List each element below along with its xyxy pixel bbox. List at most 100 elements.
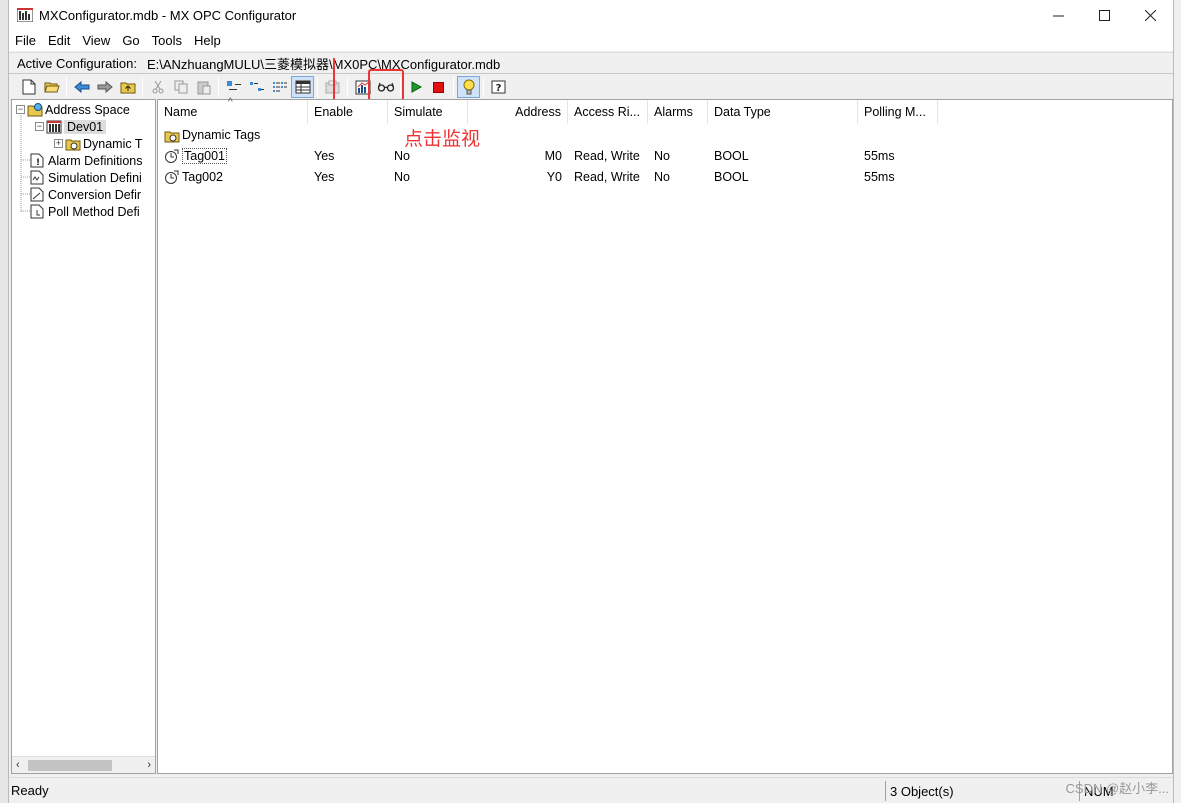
tree-item-dynamic-tags[interactable]: + Dynamic T: [54, 135, 143, 152]
tag-list-view[interactable]: ^ Name Enable Simulate Address Access Ri.…: [157, 97, 1173, 774]
minimize-button[interactable]: [1035, 0, 1081, 30]
list-button[interactable]: [268, 76, 291, 98]
run-button[interactable]: [404, 76, 427, 98]
tree-item-label: Address Space: [45, 102, 130, 117]
column-header-alarms[interactable]: Alarms: [648, 100, 708, 124]
new-button[interactable]: [17, 76, 40, 98]
cell-address: Y0: [546, 170, 562, 184]
maximize-button[interactable]: [1081, 0, 1127, 30]
column-header-polling-method[interactable]: Polling M...: [858, 100, 938, 124]
table-row[interactable]: Tag002 Yes No Y0 Read, Write No BOOL 55m…: [158, 167, 938, 187]
app-window: MXConfigurator.mdb - MX OPC Configurator…: [8, 0, 1174, 803]
tree-item-label: Simulation Defini: [48, 170, 142, 185]
cell-simulate: No: [394, 170, 410, 184]
cell-enable: Yes: [314, 170, 335, 184]
column-header-address[interactable]: Address: [468, 100, 568, 124]
small-icons-button[interactable]: [245, 76, 268, 98]
stop-button[interactable]: [427, 76, 450, 98]
cell-name: Tag001: [158, 146, 308, 166]
tree-item-label: Alarm Definitions: [48, 153, 143, 168]
column-header-enable[interactable]: Enable: [308, 100, 388, 124]
close-button[interactable]: [1127, 0, 1173, 30]
cell-name: Tag002: [158, 167, 308, 187]
cell-data-type: BOOL: [714, 149, 749, 163]
toolbar-separator: [347, 77, 348, 97]
tag-icon: [164, 170, 180, 185]
lightbulb-button[interactable]: [457, 76, 480, 98]
menu-tools[interactable]: Tools: [146, 33, 188, 48]
column-header-simulate[interactable]: Simulate: [388, 100, 468, 124]
svg-text:?: ?: [496, 83, 502, 94]
menu-file[interactable]: File: [9, 33, 42, 48]
details-button[interactable]: [291, 76, 314, 98]
toolbar-separator: [218, 77, 219, 97]
tree-horizontal-scrollbar[interactable]: ‹ ›: [12, 756, 155, 773]
menu-help[interactable]: Help: [188, 33, 227, 48]
active-configuration-label: Active Configuration:: [17, 55, 137, 71]
open-icon: [43, 80, 60, 94]
status-object-count: 3 Object(s): [885, 781, 1045, 801]
menu-edit[interactable]: Edit: [42, 33, 76, 48]
large-icons-button[interactable]: [222, 76, 245, 98]
table-row[interactable]: Tag001 Yes No M0 Read, Write No BOOL 55m…: [158, 146, 938, 166]
tree-item-label: Dynamic T: [83, 136, 143, 151]
active-configuration-path: E:\ANzhuangMULU\三菱模拟器\MX0PC\MXConfigurat…: [146, 56, 501, 72]
open-button[interactable]: [40, 76, 63, 98]
title-bar: MXConfigurator.mdb - MX OPC Configurator: [9, 0, 1173, 30]
forward-button[interactable]: [93, 76, 116, 98]
back-button[interactable]: [70, 76, 93, 98]
tag-folder-icon: [65, 136, 81, 151]
cell-data-type: BOOL: [714, 170, 749, 184]
sort-caret-icon: ^: [228, 97, 233, 108]
help-icon: ?: [491, 80, 506, 95]
details-icon: [295, 80, 311, 94]
list-icon: [272, 80, 288, 94]
cell-access-rights: Read, Write: [574, 149, 640, 163]
up-folder-icon: [120, 80, 136, 94]
menu-go[interactable]: Go: [116, 33, 145, 48]
tree-item-simulation-definitions[interactable]: Simulation Defini: [30, 169, 142, 186]
tree-item-alarm-definitions[interactable]: ! Alarm Definitions: [30, 152, 142, 169]
cell-enable: Yes: [314, 149, 335, 163]
cut-button[interactable]: [146, 76, 169, 98]
column-header-name[interactable]: ^ Name: [158, 97, 308, 124]
paste-icon: [197, 80, 211, 95]
back-icon: [73, 81, 90, 93]
toolbar-separator: [483, 77, 484, 97]
annotation-line: [333, 58, 335, 104]
list-item-folder[interactable]: Dynamic Tags: [158, 125, 388, 145]
tag-folder-icon: [164, 128, 180, 143]
new-icon: [22, 79, 36, 95]
paste-button[interactable]: [192, 76, 215, 98]
cell-polling-method: 55ms: [864, 170, 895, 184]
column-header-access-rights[interactable]: Access Ri...: [568, 100, 648, 124]
help-button[interactable]: ?: [487, 76, 510, 98]
cut-icon: [152, 80, 164, 94]
cell-access-rights: Read, Write: [574, 170, 640, 184]
tree-item-conversion-definitions[interactable]: Conversion Defir: [30, 186, 141, 203]
window-title: MXConfigurator.mdb - MX OPC Configurator: [39, 7, 297, 23]
tree-item-poll-method-definitions[interactable]: Poll Method Defi: [30, 203, 140, 220]
desktop-left-edge: [0, 0, 8, 803]
scroll-left-arrow-icon[interactable]: ‹: [16, 759, 20, 771]
active-configuration-bar: Active Configuration: E:\ANzhuangMULU\三菱…: [9, 52, 1173, 74]
tree-item-dev01[interactable]: − Dev01: [35, 118, 107, 135]
toolbar-separator: [317, 77, 318, 97]
menu-bar: File Edit View Go Tools Help: [9, 30, 1173, 51]
tree-item-label: Conversion Defir: [48, 187, 142, 202]
copy-button[interactable]: [169, 76, 192, 98]
desktop-right-edge: [1174, 0, 1181, 803]
cell-alarms: No: [654, 149, 670, 163]
status-text: Ready: [11, 783, 49, 798]
menu-view[interactable]: View: [76, 33, 116, 48]
column-header-data-type[interactable]: Data Type: [708, 100, 858, 124]
expand-toggle[interactable]: +: [54, 139, 63, 148]
up-folder-button[interactable]: [116, 76, 139, 98]
stop-icon: [433, 81, 444, 93]
toolbar: ?: [9, 75, 1173, 99]
annotation-click-monitor: 点击监视: [404, 128, 481, 150]
address-space-tree[interactable]: − Address Space − Dev01 + Dynamic T ! Al…: [11, 99, 156, 774]
scroll-right-arrow-icon[interactable]: ›: [147, 759, 151, 771]
cell-name: Dynamic Tags: [158, 125, 388, 145]
scrollbar-thumb[interactable]: [28, 760, 112, 771]
